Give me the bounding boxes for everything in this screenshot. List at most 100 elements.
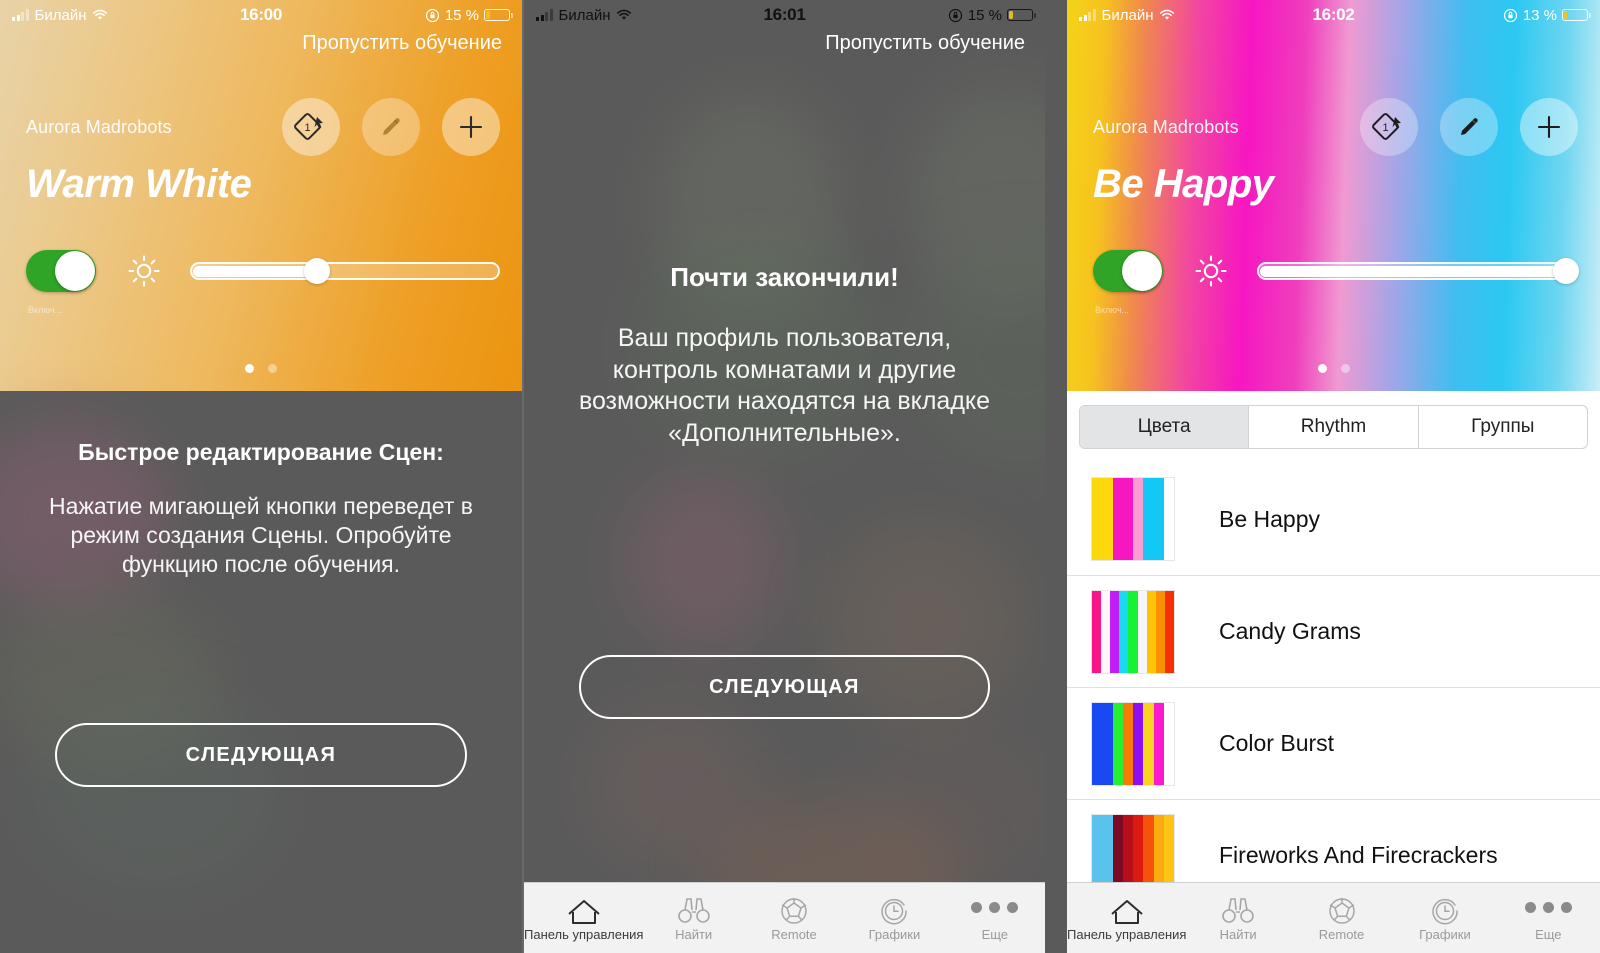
page-indicator xyxy=(0,364,522,373)
header-actions: 1 xyxy=(1360,98,1578,156)
header-row: Aurora Madrobots 1 xyxy=(26,98,500,156)
battery-percent: 15 % xyxy=(444,6,480,24)
tab-find[interactable]: Найти xyxy=(1186,889,1289,942)
tab-label: Еще xyxy=(1535,927,1562,942)
ellipsis-icon xyxy=(971,889,1019,925)
power-toggle[interactable] xyxy=(1093,250,1163,292)
wifi-icon xyxy=(616,9,632,21)
pencil-icon[interactable] xyxy=(1440,98,1498,156)
tab-label: Найти xyxy=(1219,927,1257,942)
scene-list-panel: Цвета Rhythm Группы Be Happy Candy Grams xyxy=(1067,391,1600,882)
scene-header: Билайн 16:00 15 % Пропустить обучение Au… xyxy=(0,0,522,391)
color-swatch xyxy=(1091,701,1175,786)
tutorial-body: Нажатие мигающей кнопки переведет в режи… xyxy=(49,493,473,577)
panel-3: Билайн 16:02 13 % Aurora Madrobots 1 Be … xyxy=(1067,0,1600,953)
scene-header: Билайн 16:02 13 % Aurora Madrobots 1 Be … xyxy=(1067,0,1600,391)
tab-dashboard[interactable]: Панель управления xyxy=(524,889,643,942)
plus-icon[interactable] xyxy=(442,98,500,156)
battery-icon xyxy=(1007,9,1036,21)
status-left: Билайн xyxy=(12,7,240,24)
signal-icon xyxy=(1079,9,1096,21)
pencil-icon[interactable] xyxy=(362,98,420,156)
tab-remote[interactable]: Remote xyxy=(1290,889,1393,942)
tab-graphs[interactable]: Графики xyxy=(844,889,944,942)
tab-more[interactable]: Еще xyxy=(945,889,1045,942)
brand-label: Aurora Madrobots xyxy=(26,116,172,137)
scene-name-label: Candy Grams xyxy=(1219,618,1361,644)
svg-text:1: 1 xyxy=(304,122,310,134)
tab-more[interactable]: Еще xyxy=(1497,889,1600,942)
ellipsis-icon xyxy=(1524,889,1572,925)
scene-title: Be Happy xyxy=(1093,162,1274,206)
brightness-icon xyxy=(1191,251,1231,291)
carrier-label: Билайн xyxy=(558,6,611,24)
status-left: Билайн xyxy=(536,7,764,24)
list-item[interactable]: Fireworks And Firecrackers xyxy=(1067,799,1600,882)
tab-bar: Панель управления Найти Remote Графики Е… xyxy=(524,882,1045,953)
segment-colors[interactable]: Цвета xyxy=(1080,406,1250,448)
carrier-label: Билайн xyxy=(34,6,87,24)
tab-label: Панель управления xyxy=(1067,927,1187,942)
color-swatch xyxy=(1091,813,1175,882)
status-right: 15 % xyxy=(282,6,513,24)
scene-controls xyxy=(1093,250,1579,292)
power-toggle-label: Включ... xyxy=(28,305,63,315)
skip-tutorial-button[interactable]: Пропустить обучение xyxy=(825,32,1025,55)
tab-label: Графики xyxy=(1419,927,1471,942)
segment-rhythm[interactable]: Rhythm xyxy=(1249,406,1419,448)
battery-icon xyxy=(484,9,513,21)
tutorial-title: Почти закончили! xyxy=(670,262,899,292)
rotation-lock-icon xyxy=(425,8,440,23)
tab-label: Remote xyxy=(1318,927,1365,942)
scene-name-label: Color Burst xyxy=(1219,730,1335,756)
tutorial-body: Ваш профиль пользователя, контроль комна… xyxy=(578,324,991,447)
plus-icon[interactable] xyxy=(1520,98,1578,156)
scene-name-label: Be Happy xyxy=(1219,505,1321,532)
segment-groups[interactable]: Группы xyxy=(1419,406,1587,448)
next-button[interactable]: СЛЕДУЮЩАЯ xyxy=(55,723,467,787)
clock-icon xyxy=(874,889,914,925)
header-actions: 1 xyxy=(282,98,500,156)
color-swatch xyxy=(1091,589,1175,674)
panel-1: Билайн 16:00 15 % Пропустить обучение Au… xyxy=(0,0,522,953)
scene-tag-icon[interactable]: 1 xyxy=(1360,98,1418,156)
tab-dashboard[interactable]: Панель управления xyxy=(1067,889,1186,942)
tutorial-text: Почти закончили! Ваш профиль пользовател… xyxy=(524,262,1045,449)
clock-label: 16:02 xyxy=(1312,5,1355,24)
brightness-slider[interactable] xyxy=(1257,258,1579,284)
brightness-slider[interactable] xyxy=(190,258,500,284)
rotation-lock-icon xyxy=(948,8,963,23)
status-right: 13 % xyxy=(1355,7,1591,24)
status-bar: Билайн 16:02 13 % xyxy=(1067,0,1600,30)
tab-label: Remote xyxy=(771,927,817,942)
skip-tutorial-button[interactable]: Пропустить обучение xyxy=(302,32,502,55)
status-right: 15 % xyxy=(806,7,1036,24)
signal-icon xyxy=(536,9,553,21)
wifi-icon xyxy=(1159,9,1175,21)
binoculars-icon xyxy=(674,889,714,925)
tab-find[interactable]: Найти xyxy=(643,889,743,942)
scene-tag-icon[interactable]: 1 xyxy=(282,98,340,156)
power-toggle[interactable] xyxy=(26,250,96,292)
scene-title: Warm White xyxy=(26,162,252,206)
status-left: Билайн xyxy=(1079,7,1313,24)
list-item[interactable]: Color Burst xyxy=(1067,687,1600,799)
tab-label: Еще xyxy=(981,927,1009,942)
clock-icon xyxy=(1425,889,1465,925)
color-swatch xyxy=(1091,477,1175,561)
list-item[interactable]: Candy Grams xyxy=(1067,575,1600,687)
tab-remote[interactable]: Remote xyxy=(744,889,844,942)
brand-label: Aurora Madrobots xyxy=(1093,116,1239,137)
power-toggle-label: Включ... xyxy=(1095,305,1130,315)
panel-2: Билайн 16:01 15 % Пропустить обучение По… xyxy=(524,0,1045,953)
signal-icon xyxy=(12,9,29,21)
panel-divider-2 xyxy=(1045,0,1067,953)
scene-controls xyxy=(26,250,500,292)
list-item[interactable]: Be Happy xyxy=(1067,463,1600,575)
ball-icon xyxy=(774,889,814,925)
tutorial-text: Быстрое редактирование Сцен: Нажатие миг… xyxy=(0,439,522,579)
tab-graphs[interactable]: Графики xyxy=(1393,889,1496,942)
carrier-label: Билайн xyxy=(1101,6,1154,24)
next-button[interactable]: СЛЕДУЮЩАЯ xyxy=(579,655,990,719)
svg-text:1: 1 xyxy=(1382,122,1388,134)
